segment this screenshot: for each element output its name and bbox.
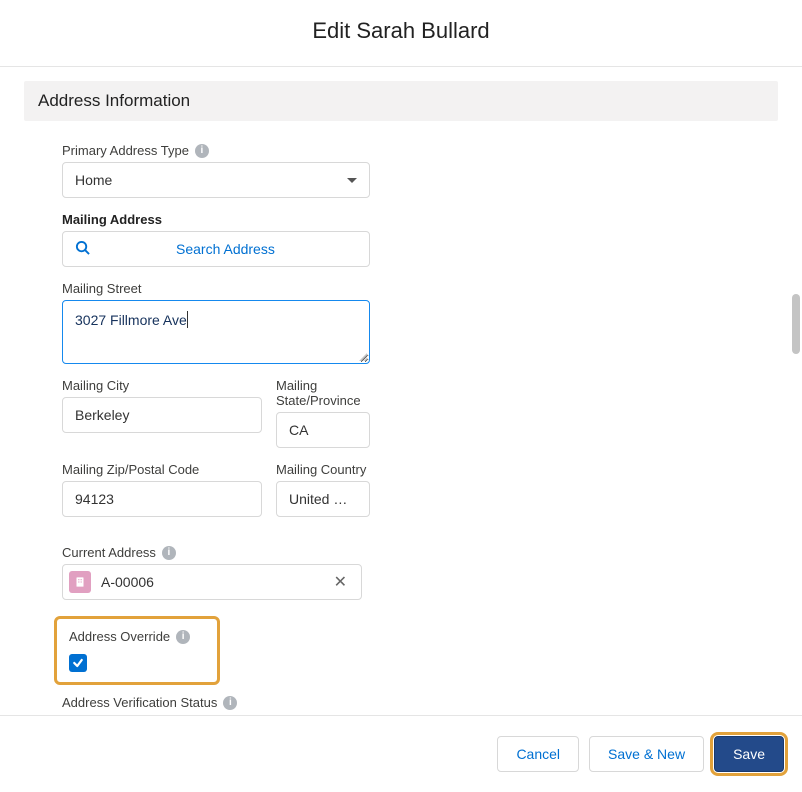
search-address-button[interactable]: Search Address bbox=[62, 231, 370, 267]
chevron-down-icon bbox=[347, 178, 357, 183]
field-primary-address-type: Primary Address Type i Home bbox=[62, 143, 778, 198]
input-mailing-country[interactable]: United … bbox=[276, 481, 370, 517]
input-mailing-zip[interactable]: 94123 bbox=[62, 481, 262, 517]
edit-record-modal: Edit Sarah Bullard Address Information P… bbox=[0, 0, 802, 792]
field-address-override: Address Override i bbox=[54, 616, 220, 685]
textarea-mailing-street[interactable]: 3027 Fillmore Ave bbox=[62, 300, 370, 364]
section-address-information: Address Information bbox=[24, 81, 778, 121]
field-mailing-state: Mailing State/Province CA bbox=[276, 378, 370, 448]
label-mailing-street: Mailing Street bbox=[62, 281, 778, 296]
search-icon bbox=[75, 240, 90, 259]
label-address-override: Address Override i bbox=[69, 629, 205, 644]
lookup-value: A-00006 bbox=[101, 574, 154, 590]
label-verification-status: Address Verification Status bbox=[62, 695, 217, 710]
modal-footer: Cancel Save & New Save bbox=[0, 715, 802, 792]
search-address-label: Search Address bbox=[176, 241, 275, 257]
select-value: Home bbox=[75, 172, 112, 188]
cancel-button[interactable]: Cancel bbox=[497, 736, 579, 772]
checkbox-address-override[interactable] bbox=[69, 654, 87, 672]
select-primary-address-type[interactable]: Home bbox=[62, 162, 370, 198]
address-record-icon bbox=[69, 571, 91, 593]
text-cursor bbox=[187, 311, 188, 328]
info-icon[interactable]: i bbox=[223, 696, 237, 710]
lookup-current-address[interactable]: A-00006 ✕ bbox=[62, 564, 362, 600]
input-mailing-city[interactable]: Berkeley bbox=[62, 397, 262, 433]
label-mailing-zip: Mailing Zip/Postal Code bbox=[62, 462, 262, 477]
field-mailing-street: Mailing Street 3027 Fillmore Ave bbox=[62, 281, 778, 364]
modal-body: Address Information Primary Address Type… bbox=[0, 67, 802, 715]
info-icon[interactable]: i bbox=[162, 546, 176, 560]
clear-lookup-icon[interactable]: ✕ bbox=[330, 572, 351, 592]
save-and-new-button[interactable]: Save & New bbox=[589, 736, 704, 772]
label-primary-address-type: Primary Address Type i bbox=[62, 143, 778, 158]
resize-handle-icon[interactable] bbox=[357, 351, 367, 361]
label-mailing-address: Mailing Address bbox=[62, 212, 778, 227]
save-button[interactable]: Save bbox=[714, 736, 784, 772]
textarea-value: 3027 Fillmore Ave bbox=[75, 312, 187, 328]
info-icon[interactable]: i bbox=[176, 630, 190, 644]
field-current-address: Current Address i A-00006 ✕ bbox=[62, 545, 778, 600]
field-verification-status: Address Verification Status i bbox=[62, 695, 778, 710]
scrollbar-thumb[interactable] bbox=[792, 294, 800, 354]
label-mailing-country: Mailing Country bbox=[276, 462, 370, 477]
field-mailing-address: Mailing Address Search Address bbox=[62, 212, 778, 267]
input-mailing-state[interactable]: CA bbox=[276, 412, 370, 448]
label-current-address: Current Address i bbox=[62, 545, 778, 560]
row-zip-country: Mailing Zip/Postal Code 94123 Mailing Co… bbox=[62, 462, 778, 517]
info-icon[interactable]: i bbox=[195, 144, 209, 158]
address-form: Primary Address Type i Home Mailing Addr… bbox=[24, 121, 778, 710]
field-mailing-country: Mailing Country United … bbox=[276, 462, 370, 517]
label-mailing-city: Mailing City bbox=[62, 378, 262, 393]
field-mailing-city: Mailing City Berkeley bbox=[62, 378, 262, 448]
modal-title: Edit Sarah Bullard bbox=[0, 18, 802, 44]
modal-header: Edit Sarah Bullard bbox=[0, 0, 802, 67]
row-city-state: Mailing City Berkeley Mailing State/Prov… bbox=[62, 378, 778, 448]
field-mailing-zip: Mailing Zip/Postal Code 94123 bbox=[62, 462, 262, 517]
label-mailing-state: Mailing State/Province bbox=[276, 378, 370, 408]
